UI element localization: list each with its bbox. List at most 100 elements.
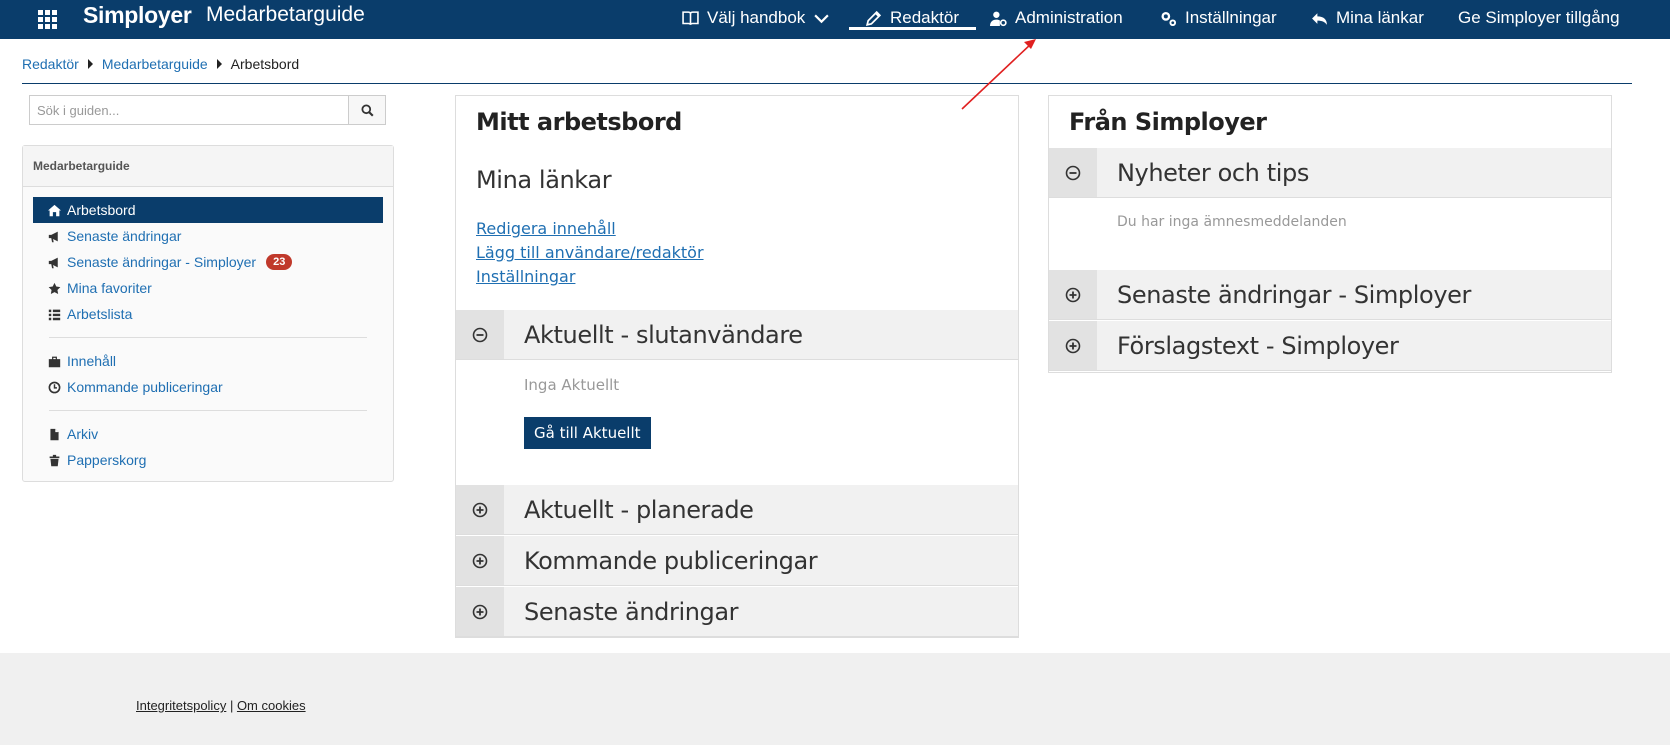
sidebar-panel: Medarbetarguide Arbetsbord Senaste ändri… — [22, 145, 394, 482]
panel-title: Från Simployer — [1069, 108, 1267, 136]
search-button[interactable] — [348, 95, 386, 125]
sidebar-item-label: Papperskorg — [67, 452, 147, 468]
sidebar-item-upcoming-publications[interactable]: Kommande publiceringar — [33, 374, 383, 400]
list-icon — [48, 309, 61, 320]
footer-separator: | — [226, 698, 237, 713]
app-grid-icon[interactable] — [34, 6, 60, 32]
nav-administration[interactable]: Administration — [990, 3, 1123, 33]
nav-label: Välj handbok — [707, 8, 806, 27]
sidebar-item-label: Innehåll — [67, 353, 117, 369]
link-edit-content[interactable]: Redigera innehåll — [476, 219, 616, 238]
privacy-policy-link[interactable]: Integritetspolicy — [136, 698, 226, 713]
section-news-tips[interactable]: Nyheter och tips — [1049, 148, 1611, 198]
caret-right-icon — [87, 59, 93, 69]
sidebar-item-workbench[interactable]: Arbetsbord — [33, 197, 383, 223]
nav-grant-access[interactable]: Ge Simployer tillgång — [1458, 3, 1620, 33]
trash-icon — [49, 454, 60, 466]
footer: Integritetspolicy | Om cookies — [0, 653, 1670, 745]
section-label: Förslagstext - Simployer — [1117, 331, 1399, 360]
expand-toggle[interactable] — [1049, 270, 1097, 319]
breadcrumb: Redaktör Medarbetarguide Arbetsbord — [22, 56, 299, 72]
nav-my-links[interactable]: Mina länkar — [1311, 3, 1424, 33]
nav-label: Mina länkar — [1336, 8, 1424, 27]
section-recent-changes-simployer[interactable]: Senaste ändringar - Simployer — [1049, 270, 1611, 320]
sidebar-item-label: Mina favoriter — [67, 280, 152, 296]
link-add-user-editor[interactable]: Lägg till användare/redaktör — [476, 243, 704, 262]
search-input[interactable] — [29, 95, 348, 125]
sidebar-item-label: Kommande publiceringar — [67, 379, 223, 395]
brand-logo[interactable]: Simployer — [83, 2, 192, 29]
top-navbar: Simployer Medarbetarguide Välj handbok R… — [0, 0, 1670, 39]
sidebar-heading: Medarbetarguide — [23, 146, 393, 187]
nav-label: Inställningar — [1185, 8, 1277, 27]
caret-right-icon — [216, 59, 222, 69]
section-current-endusers[interactable]: Aktuellt - slutanvändare — [456, 310, 1018, 360]
plus-circle-icon — [472, 604, 488, 619]
sidebar-item-recent-changes[interactable]: Senaste ändringar — [33, 223, 383, 249]
section-current-planned[interactable]: Aktuellt - planerade — [456, 485, 1018, 535]
section-label: Aktuellt - planerade — [524, 495, 754, 524]
nav-select-handbook[interactable]: Välj handbok — [682, 3, 830, 33]
star-icon — [48, 282, 61, 294]
collapse-toggle[interactable] — [1049, 148, 1097, 197]
sidebar-item-archive[interactable]: Arkiv — [33, 421, 383, 447]
go-to-current-button[interactable]: Gå till Aktuellt — [524, 417, 651, 449]
clock-icon — [48, 381, 61, 393]
section-upcoming-publications[interactable]: Kommande publiceringar — [456, 536, 1018, 586]
active-nav-indicator — [849, 27, 976, 30]
nav-settings[interactable]: Inställningar — [1160, 3, 1277, 33]
pencil-icon — [865, 10, 882, 26]
sidebar-item-worklist[interactable]: Arbetslista — [33, 301, 383, 327]
sidebar-item-content[interactable]: Innehåll — [33, 348, 383, 374]
home-icon — [48, 204, 61, 216]
megaphone-icon — [48, 257, 58, 268]
expand-toggle[interactable] — [1049, 321, 1097, 370]
briefcase-icon — [48, 356, 61, 367]
plus-circle-icon — [1065, 287, 1081, 302]
expand-toggle[interactable] — [456, 536, 504, 585]
count-badge: 23 — [266, 254, 293, 270]
section-label: Senaste ändringar - Simployer — [1117, 280, 1471, 309]
plus-circle-icon — [472, 502, 488, 517]
breadcrumb-current: Arbetsbord — [230, 56, 300, 72]
sidebar-menu: Arbetsbord Senaste ändringar Senaste änd… — [33, 197, 383, 473]
expand-toggle[interactable] — [456, 587, 504, 636]
workbench-panel: Mitt arbetsbord Mina länkar Redigera inn… — [455, 95, 1019, 638]
app-title: Medarbetarguide — [206, 3, 365, 26]
nav-label: Ge Simployer tillgång — [1458, 8, 1620, 27]
link-settings[interactable]: Inställningar — [476, 267, 575, 286]
section-suggested-text-simployer[interactable]: Förslagstext - Simployer — [1049, 321, 1611, 371]
sidebar-item-label: Senaste ändringar - Simployer — [67, 254, 257, 270]
panel-title: Mitt arbetsbord — [476, 108, 682, 136]
section-label: Nyheter och tips — [1117, 158, 1309, 187]
sidebar-divider — [49, 410, 367, 411]
section-label: Kommande publiceringar — [524, 546, 818, 575]
plus-circle-icon — [472, 553, 488, 568]
cookies-link[interactable]: Om cookies — [237, 698, 306, 713]
breadcrumb-link[interactable]: Redaktör — [22, 56, 79, 72]
breadcrumb-link[interactable]: Medarbetarguide — [102, 56, 208, 72]
sidebar-item-favorites[interactable]: Mina favoriter — [33, 275, 383, 301]
sidebar-item-label: Senaste ändringar — [67, 228, 182, 244]
sidebar-item-recent-changes-simployer[interactable]: Senaste ändringar - Simployer 23 — [33, 249, 383, 275]
footer-links: Integritetspolicy | Om cookies — [136, 698, 306, 713]
minus-circle-icon — [472, 327, 488, 342]
nav-label: Administration — [1015, 8, 1123, 27]
empty-state-text: Inga Aktuellt — [524, 376, 620, 394]
reply-arrow-icon — [1312, 12, 1327, 25]
section-recent-changes[interactable]: Senaste ändringar — [456, 587, 1018, 637]
search-icon — [360, 103, 374, 117]
sidebar-item-trash[interactable]: Papperskorg — [33, 447, 383, 473]
expand-toggle[interactable] — [456, 485, 504, 534]
sidebar-item-label: Arkiv — [67, 426, 99, 442]
collapse-toggle[interactable] — [456, 310, 504, 359]
plus-circle-icon — [1065, 338, 1081, 353]
user-gear-icon — [990, 11, 1007, 26]
from-simployer-panel: Från Simployer Nyheter och tips Du har i… — [1048, 95, 1612, 373]
my-links-title: Mina länkar — [476, 166, 612, 194]
book-icon — [682, 10, 699, 25]
sidebar-divider — [49, 337, 367, 338]
section-label: Aktuellt - slutanvändare — [524, 320, 803, 349]
gears-icon — [1161, 11, 1177, 26]
megaphone-icon — [48, 231, 58, 242]
